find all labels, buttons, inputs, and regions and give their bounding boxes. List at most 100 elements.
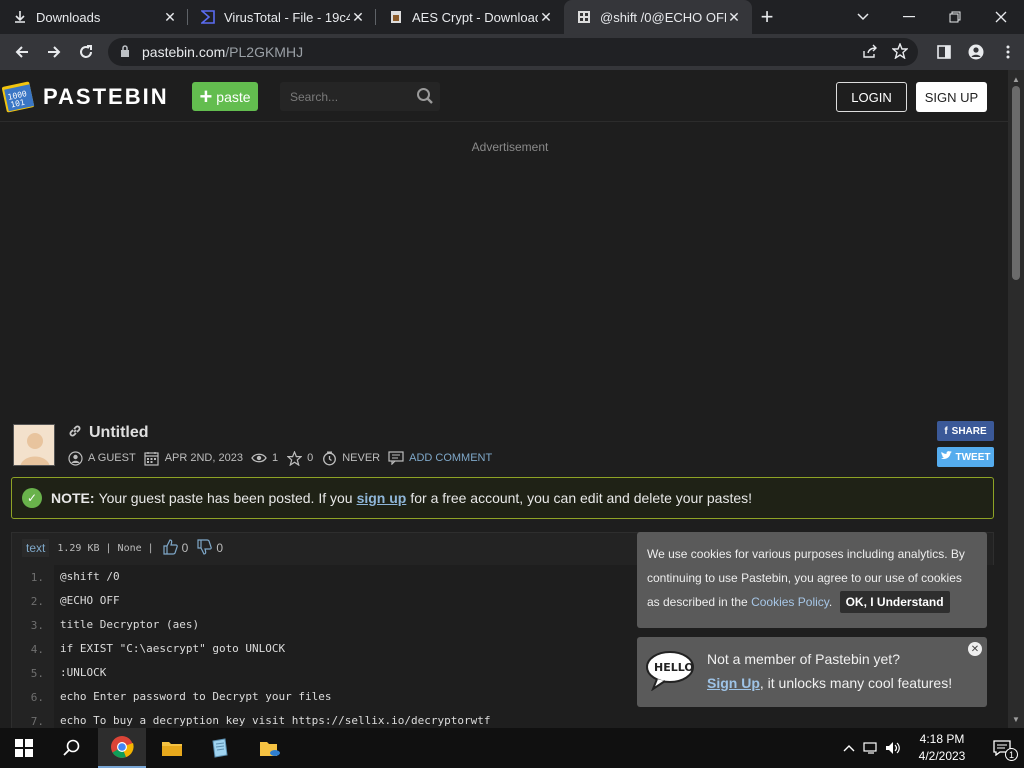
search-icon[interactable]	[416, 87, 434, 105]
reload-icon[interactable]	[70, 36, 102, 68]
views-info: 1	[251, 450, 278, 466]
address-bar[interactable]: pastebin.com/PL2GKMHJ	[108, 38, 918, 66]
share-label: SHARE	[951, 425, 987, 437]
add-comment-link[interactable]: ADD COMMENT	[388, 450, 492, 466]
minimize-icon[interactable]	[886, 0, 932, 34]
dislike-count: 0	[216, 541, 224, 555]
line-number: 5.	[30, 666, 44, 680]
app-notepad-icon[interactable]	[196, 728, 244, 768]
tab-strip: Downloads ✕ VirusTotal - File - 19c4e ✕ …	[0, 0, 1024, 34]
taskbar-search-icon[interactable]	[48, 728, 96, 768]
stars-info: 0	[286, 450, 313, 466]
tab-downloads[interactable]: Downloads ✕	[0, 0, 188, 34]
tab-virustotal[interactable]: VirusTotal - File - 19c4e ✕	[188, 0, 376, 34]
cookie-banner: We use cookies for various purposes incl…	[637, 532, 987, 628]
star-icon[interactable]	[286, 450, 302, 466]
back-icon[interactable]	[6, 36, 38, 68]
folder-cloud-icon[interactable]	[246, 728, 294, 768]
chrome-taskbar-icon[interactable]	[98, 728, 146, 768]
paste-label: paste	[216, 88, 251, 105]
profile-icon[interactable]	[960, 36, 992, 68]
site-header: 1000 101 PASTEBIN + paste LOGIN SIGN UP	[0, 70, 1008, 122]
file-explorer-icon[interactable]	[148, 728, 196, 768]
pastebin-logo-icon[interactable]: 1000 101	[1, 78, 36, 114]
svg-text:HELLO: HELLO	[654, 661, 694, 674]
omnibox-actions	[862, 38, 909, 66]
signup-promo: HELLO Not a member of Pastebin yet? Sign…	[637, 637, 987, 707]
calendar-icon	[144, 450, 160, 466]
cookies-policy-link[interactable]: Cookies Policy	[751, 595, 829, 609]
side-panel-icon[interactable]	[928, 36, 960, 68]
syntax-language[interactable]: text	[22, 539, 50, 557]
like-count: 0	[181, 541, 189, 555]
author-name: A GUEST	[88, 452, 136, 464]
tab-close-icon[interactable]: ✕	[538, 9, 554, 25]
line-number: 3.	[30, 618, 44, 632]
line-text[interactable]: echo To buy a decryption key visit https…	[54, 709, 995, 728]
url-path: /PL2GKMHJ	[225, 44, 304, 60]
notification-center-icon[interactable]: 1	[980, 740, 1024, 761]
virustotal-icon	[200, 9, 216, 25]
paste-info-row: A GUEST APR 2ND, 2023 1 0 NEVER ADD COMM…	[67, 448, 500, 468]
aescrypt-icon	[388, 9, 404, 25]
notification-count: 1	[1005, 748, 1018, 761]
restore-icon[interactable]	[932, 0, 978, 34]
scroll-thumb[interactable]	[1012, 86, 1020, 280]
tab-pastebin[interactable]: @shift /0@ECHO OFFtitle ✕	[564, 0, 752, 34]
promo-line2-text: , it unlocks many cool features!	[759, 675, 953, 691]
paste-title: Untitled	[67, 422, 149, 444]
volume-icon[interactable]	[882, 741, 904, 755]
promo-signup-link[interactable]: Sign Up	[707, 675, 760, 691]
lock-icon[interactable]	[120, 44, 134, 60]
download-icon	[12, 9, 28, 25]
menu-dots-icon[interactable]	[992, 36, 1024, 68]
thumbs-up-icon	[162, 538, 178, 558]
tab-close-icon[interactable]: ✕	[726, 9, 742, 25]
line-number: 7.	[30, 714, 44, 728]
tab-close-icon[interactable]: ✕	[162, 9, 178, 25]
close-icon[interactable]: ✕	[968, 642, 982, 656]
network-icon[interactable]	[860, 741, 882, 755]
dislike-button[interactable]: 0	[196, 538, 224, 558]
browser-toolbar: pastebin.com/PL2GKMHJ	[0, 34, 1024, 70]
scroll-down-icon[interactable]: ▼	[1008, 712, 1024, 726]
close-window-icon[interactable]	[978, 0, 1024, 34]
forward-icon[interactable]	[38, 36, 70, 68]
paste-title-text: Untitled	[89, 424, 149, 441]
new-tab-button[interactable]: +	[752, 0, 782, 34]
notice-signup-link[interactable]: sign up	[357, 490, 407, 506]
tab-aescrypt[interactable]: AES Crypt - Downloads ✕	[376, 0, 564, 34]
bookmark-star-icon[interactable]	[891, 41, 909, 62]
views-count: 1	[271, 452, 279, 464]
search-box	[280, 82, 440, 111]
hello-bubble-icon: HELLO	[645, 649, 695, 692]
new-paste-button[interactable]: + paste	[192, 82, 258, 111]
line-number: 6.	[30, 690, 44, 704]
paste-meta: 1.29 KB | None |	[57, 542, 154, 554]
page-scrollbar[interactable]: ▲ ▼	[1008, 70, 1024, 728]
add-comment-label: ADD COMMENT	[409, 452, 493, 464]
scroll-up-icon[interactable]: ▲	[1008, 72, 1024, 86]
like-button[interactable]: 0	[162, 538, 189, 558]
line-number: 1.	[30, 570, 44, 584]
avatar[interactable]	[13, 424, 55, 466]
thumbs-down-icon	[196, 538, 213, 558]
share-page-icon[interactable]	[862, 44, 878, 61]
eye-icon	[251, 450, 267, 466]
line-number: 2.	[30, 594, 44, 608]
facebook-share-button[interactable]: f SHARE	[937, 421, 994, 441]
date-info: APR 2ND, 2023	[144, 450, 243, 466]
login-button[interactable]: LOGIN	[836, 82, 907, 112]
signup-button[interactable]: SIGN UP	[916, 82, 987, 112]
page-content: 1000 101 PASTEBIN + paste LOGIN SIGN UP …	[0, 70, 1008, 728]
advertisement-label: Advertisement	[471, 140, 549, 154]
cookie-accept-button[interactable]: OK, I Understand	[839, 591, 950, 613]
search-input[interactable]	[290, 88, 410, 106]
twitter-tweet-button[interactable]: TWEET	[937, 447, 994, 467]
system-clock[interactable]: 4:18 PM 4/2/2023	[904, 731, 980, 765]
tab-search-icon[interactable]	[840, 0, 886, 34]
site-logo-text[interactable]: PASTEBIN	[43, 84, 169, 110]
windows-start-icon[interactable]	[0, 728, 48, 768]
chevron-up-icon[interactable]	[838, 744, 860, 752]
tab-close-icon[interactable]: ✕	[350, 9, 366, 25]
